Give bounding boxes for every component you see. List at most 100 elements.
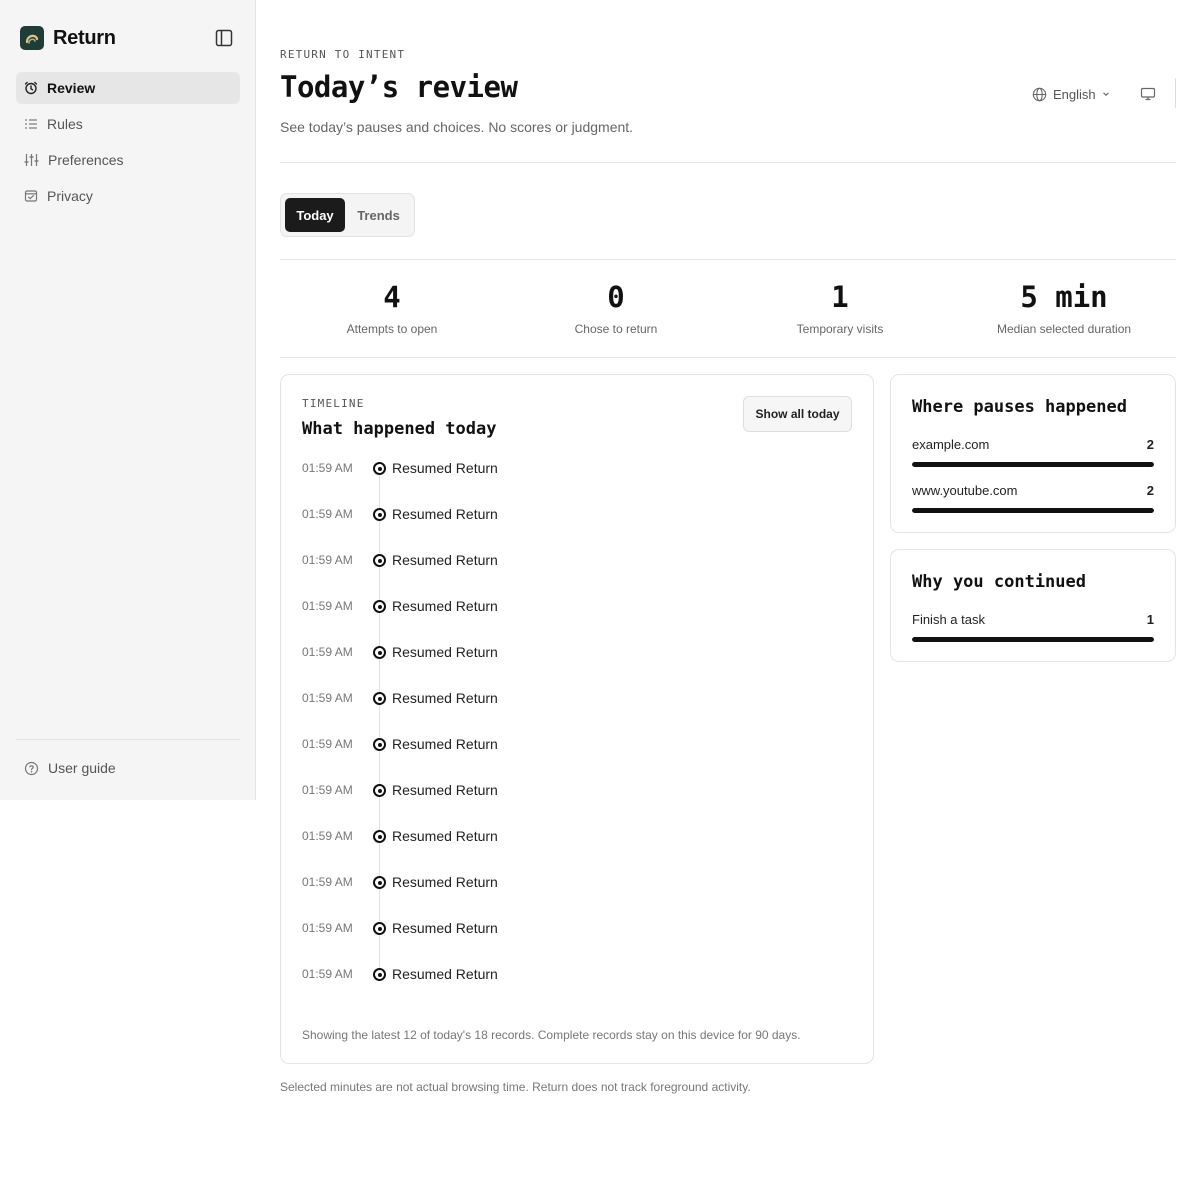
sidebar-divider: [16, 739, 240, 740]
timeline-dot-icon: [373, 922, 386, 935]
timeline-row: 01:59 AM Resumed Return: [302, 873, 842, 919]
why-continued-row: Finish a task 1: [912, 612, 1154, 658]
bar-track: [912, 462, 1154, 467]
timeline-time: 01:59 AM: [302, 737, 353, 751]
why-continued-title: Why you continued: [912, 572, 1086, 592]
timeline-event: Resumed Return: [392, 506, 498, 522]
timeline-dot-icon: [373, 508, 386, 521]
stat-median-duration: 5 min Median selected duration: [952, 276, 1176, 336]
timeline-event: Resumed Return: [392, 782, 498, 798]
timeline-dot-icon: [373, 692, 386, 705]
timeline-event: Resumed Return: [392, 644, 498, 660]
timeline-dot-icon: [373, 830, 386, 843]
timeline-time: 01:59 AM: [302, 507, 353, 521]
timeline-time: 01:59 AM: [302, 645, 353, 659]
bar-count: 2: [1146, 437, 1154, 452]
timeline-row: 01:59 AM Resumed Return: [302, 781, 842, 827]
timeline-time: 01:59 AM: [302, 691, 353, 705]
bar-track: [912, 637, 1154, 642]
sidebar: Return Review Rules Preferences Privacy …: [0, 0, 256, 800]
alarm-clock-icon: [24, 81, 38, 95]
page-title: Today’s review: [280, 70, 518, 104]
sidebar-item-label: Rules: [47, 116, 83, 132]
stat-value: 4: [383, 280, 401, 314]
timeline-time: 01:59 AM: [302, 553, 353, 567]
why-continued-list: Finish a task 1: [912, 612, 1154, 658]
stat-label: Chose to return: [574, 322, 658, 336]
timeline-list: 01:59 AM Resumed Return 01:59 AM Resumed Re…: [302, 459, 842, 1011]
stat-label: Attempts to open: [346, 322, 438, 336]
sidebar-item-label: Review: [47, 80, 96, 96]
timeline-dot-icon: [373, 784, 386, 797]
timeline-time: 01:59 AM: [302, 967, 353, 981]
timeline-event: Resumed Return: [392, 598, 498, 614]
sidebar-toggle-icon[interactable]: [212, 26, 236, 50]
bar-track: [912, 508, 1154, 513]
shield-check-icon: [24, 190, 38, 202]
sidebar-item-preferences[interactable]: Preferences: [16, 144, 240, 176]
page-eyebrow: RETURN TO INTENT: [280, 48, 406, 61]
where-pauses-card: Where pauses happened example.com 2 www.yo…: [890, 374, 1176, 533]
stat-value: 0: [607, 280, 625, 314]
timeline-row: 01:59 AM Resumed Return: [302, 459, 842, 505]
bar-count: 2: [1146, 483, 1154, 498]
timeline-card: TIMELINE What happened today Show all to…: [280, 374, 874, 1064]
header-divider: [1175, 78, 1176, 108]
stat-temporary-visits: 1 Temporary visits: [728, 276, 952, 336]
user-guide-label: User guide: [48, 760, 116, 776]
show-all-today-button[interactable]: Show all today: [743, 396, 852, 432]
timeline-event: Resumed Return: [392, 920, 498, 936]
chevron-down-icon: [1102, 92, 1109, 96]
timeline-row: 01:59 AM Resumed Return: [302, 597, 842, 643]
timeline-event: Resumed Return: [392, 966, 498, 982]
timeline-title: What happened today: [302, 419, 497, 439]
sidebar-nav: Review Rules Preferences Privacy: [16, 72, 240, 216]
user-guide-link[interactable]: User guide: [16, 752, 240, 784]
bar-label: example.com: [912, 437, 990, 452]
divider: [280, 357, 1176, 358]
stat-label: Median selected duration: [996, 322, 1132, 336]
stat-label: Temporary visits: [796, 322, 884, 336]
tab-today[interactable]: Today: [285, 198, 346, 232]
sidebar-item-rules[interactable]: Rules: [16, 108, 240, 140]
sidebar-item-privacy[interactable]: Privacy: [16, 180, 240, 212]
timeline-row: 01:59 AM Resumed Return: [302, 965, 842, 1011]
stats-row: 4 Attempts to open 0 Chose to return 1 T…: [280, 276, 1176, 336]
page-subtitle: See today’s pauses and choices. No score…: [280, 119, 634, 135]
timeline-event: Resumed Return: [392, 690, 498, 706]
bar-label: Finish a task: [912, 612, 985, 627]
app-logo-icon: [20, 26, 44, 50]
language-value: English: [1053, 86, 1096, 102]
timeline-row: 01:59 AM Resumed Return: [302, 919, 842, 965]
timeline-row: 01:59 AM Resumed Return: [302, 551, 842, 597]
timeline-event: Resumed Return: [392, 460, 498, 476]
divider: [280, 162, 1176, 163]
bar-fill: [912, 637, 1154, 642]
timeline-time: 01:59 AM: [302, 921, 353, 935]
timeline-event: Resumed Return: [392, 828, 498, 844]
timeline-row: 01:59 AM Resumed Return: [302, 643, 842, 689]
globe-icon: [1032, 87, 1047, 101]
bar-head: example.com 2: [912, 437, 1154, 453]
divider: [280, 259, 1176, 260]
bar-head: Finish a task 1: [912, 612, 1154, 628]
display-mode-icon[interactable]: [1138, 84, 1158, 104]
sidebar-item-label: Preferences: [48, 152, 124, 168]
timeline-row: 01:59 AM Resumed Return: [302, 827, 842, 873]
bar-label: www.youtube.com: [912, 483, 1018, 498]
language-select[interactable]: English: [1032, 84, 1110, 104]
bar-count: 1: [1146, 612, 1154, 627]
tab-trends[interactable]: Trends: [347, 198, 410, 232]
timeline-row: 01:59 AM Resumed Return: [302, 505, 842, 551]
stat-attempts: 4 Attempts to open: [280, 276, 504, 336]
timeline-dot-icon: [373, 462, 386, 475]
bar-fill: [912, 508, 1154, 513]
where-pauses-row: example.com 2: [912, 437, 1154, 483]
why-continued-card: Why you continued Finish a task 1: [890, 549, 1176, 662]
timeline-event: Resumed Return: [392, 552, 498, 568]
stat-value: 5 min: [1020, 280, 1108, 314]
timeline-row: 01:59 AM Resumed Return: [302, 735, 842, 781]
brand[interactable]: Return: [20, 26, 116, 50]
sidebar-item-review[interactable]: Review: [16, 72, 240, 104]
list-icon: [25, 119, 37, 129]
